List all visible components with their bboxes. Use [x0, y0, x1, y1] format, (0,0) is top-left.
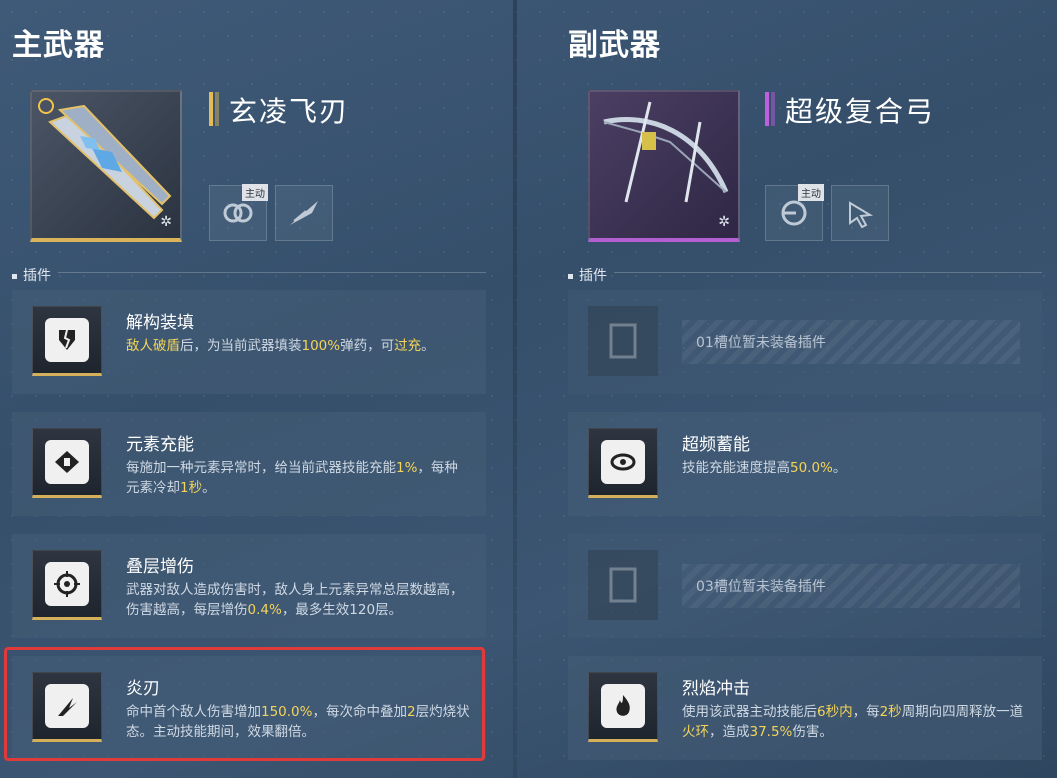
plugin-card[interactable]: 叠层增伤 武器对敌人造成伤害时，敌人身上元素异常总层数越高，伤害越高，每层增伤0… — [12, 534, 486, 638]
empty-slot-icon — [588, 550, 658, 620]
highlight-text: 敌人破盾 — [126, 338, 180, 354]
desc-text: ，造成 — [709, 724, 750, 740]
empty-slot-text: 03槽位暂未装备插件 — [696, 579, 826, 595]
desc-text: 。 — [421, 338, 435, 354]
active-tag: 主动 — [798, 184, 824, 201]
plugin-card[interactable]: 超频蓄能 技能充能速度提高50.0%。 — [568, 412, 1042, 516]
plugin-card[interactable]: 烈焰冲击 使用该武器主动技能后6秒内，每2秒周期向四周释放一道火环，造成37.5… — [568, 656, 1042, 760]
rarity-bar — [765, 92, 769, 126]
plugin-name: 解构装填 — [126, 313, 194, 333]
desc-text: 每施加一种元素异常时，给当前武器技能充能 — [126, 460, 396, 476]
star-icon: ✲ — [718, 214, 730, 230]
desc-text: 使用该武器主动技能后 — [682, 704, 817, 720]
sub-weapon-title: 副武器 — [568, 28, 661, 63]
flame-blade-icon — [32, 672, 102, 742]
plugin-card[interactable]: 解构装填 敌人破盾后，为当前武器填装100%弹药，可过充。 — [12, 290, 486, 394]
highlight-text: 2秒 — [879, 704, 902, 720]
active-tag: 主动 — [242, 184, 268, 201]
plugin-name: 元素充能 — [126, 435, 194, 455]
plugin-desc: 武器对敌人造成伤害时，敌人身上元素异常总层数越高，伤害越高，每层增伤0.4%，最… — [126, 580, 471, 620]
desc-text: ，每 — [852, 704, 880, 720]
section-rule — [614, 272, 1042, 273]
plugin-name: 烈焰冲击 — [682, 679, 750, 699]
shattered-shield-icon — [32, 306, 102, 376]
plugin-desc: 敌人破盾后，为当前武器填装100%弹药，可过充。 — [126, 336, 471, 356]
plugin-name: 超频蓄能 — [682, 435, 750, 455]
plugins-label: 插件 — [568, 265, 607, 285]
twin-blades-art — [48, 104, 172, 220]
highlight-text: 50.0% — [790, 460, 833, 476]
plugin-desc: 每施加一种元素异常时，给当前武器技能充能1%，每种元素冷却1秒。 — [126, 458, 471, 498]
plugin-card[interactable]: 炎刃 命中首个敌人伤害增加150.0%，每次命中叠加2层灼烧状态。主动技能期间，… — [12, 656, 486, 760]
empty-plugin-slot[interactable]: 01槽位暂未装备插件 — [568, 290, 1042, 394]
sub-weapon-card[interactable]: ✲ — [588, 90, 740, 242]
plugin-card[interactable]: 元素充能 每施加一种元素异常时，给当前武器技能充能1%，每种元素冷却1秒。 — [12, 412, 486, 516]
desc-text: 后，为当前武器填装 — [180, 338, 302, 354]
plugin-desc: 命中首个敌人伤害增加150.0%，每次命中叠加2层灼烧状态。主动技能期间，效果翻… — [126, 702, 471, 742]
crosshair-stack-icon — [32, 550, 102, 620]
compound-bow-art — [603, 101, 729, 203]
main-weapon-name: 玄凌飞刃 — [229, 95, 350, 128]
sub-weapon-name: 超级复合弓 — [785, 95, 936, 128]
highlight-text: 0.4% — [247, 602, 282, 618]
main-weapon-title: 主武器 — [12, 28, 105, 63]
chain-link-icon[interactable]: 主动 — [209, 184, 268, 241]
plugin-name: 炎刃 — [126, 679, 160, 699]
desc-text: ，每次命中叠加 — [312, 704, 407, 720]
highlight-text: 6秒内 — [817, 704, 853, 720]
main-weapon-column: 主武器 ✲ 玄凌飞刃 主动 插件 解构装填 敌人破盾后，为当前武器填装100%弹… — [0, 0, 500, 778]
highlight-text: 火环 — [682, 724, 709, 740]
desc-text: 。 — [832, 460, 847, 476]
fire-icon — [588, 672, 658, 742]
desc-text: 命中首个敌人伤害增加 — [126, 704, 261, 720]
highlight-text: 150.0% — [261, 704, 313, 720]
star-icon: ✲ — [160, 214, 172, 230]
highlight-text: 100% — [301, 338, 341, 354]
blade-dash-icon[interactable] — [275, 185, 333, 241]
desc-text: 周期向四周释放一道 — [901, 704, 1024, 720]
plugin-desc: 使用该武器主动技能后6秒内，每2秒周期向四周释放一道火环，造成37.5%伤害。 — [682, 702, 1027, 742]
plugin-name: 叠层增伤 — [126, 557, 194, 577]
desc-text: 技能充能速度提高 — [682, 460, 790, 476]
cursor-cycle-icon[interactable] — [831, 185, 889, 241]
empty-plugin-slot[interactable]: 03槽位暂未装备插件 — [568, 534, 1042, 638]
spiral-eye-icon — [588, 428, 658, 498]
desc-text: 。 — [202, 480, 216, 496]
highlight-text: 37.5% — [749, 724, 793, 740]
sub-weapon-column: 副武器 ✲ 超级复合弓 主动 插件 01槽位暂未装备插件 超频蓄能 技能充能速度 — [556, 0, 1056, 778]
column-divider — [513, 0, 517, 778]
empty-slot-icon — [588, 306, 658, 376]
desc-text: 弹药，可 — [340, 338, 395, 354]
target-burst-icon[interactable]: 主动 — [765, 184, 824, 241]
highlight-text: 2 — [406, 704, 416, 720]
highlight-text: 1秒 — [180, 480, 203, 496]
plugins-label: 插件 — [12, 265, 51, 285]
section-rule — [58, 272, 486, 273]
empty-slot-text: 01槽位暂未装备插件 — [696, 335, 826, 351]
desc-text: 伤害。 — [792, 724, 833, 740]
element-charge-icon — [32, 428, 102, 498]
desc-text: ，最多生效120层。 — [281, 602, 403, 618]
highlight-text: 1% — [396, 460, 418, 476]
rarity-bar — [209, 92, 213, 126]
highlight-text: 过充 — [394, 338, 422, 354]
main-weapon-card[interactable]: ✲ — [30, 90, 182, 242]
clock-icon — [38, 98, 54, 114]
plugin-desc: 技能充能速度提高50.0%。 — [682, 458, 1027, 478]
